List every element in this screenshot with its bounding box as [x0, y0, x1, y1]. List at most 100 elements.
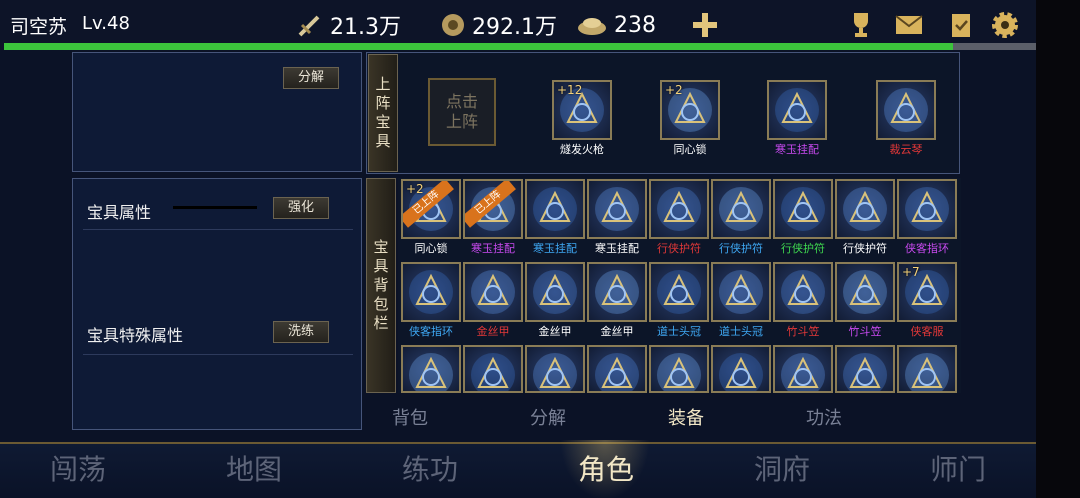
item-level: +2 — [665, 83, 683, 97]
empty-equip-slot[interactable]: 点击上阵 — [428, 78, 496, 146]
sub-tab-3[interactable]: 功法 — [806, 404, 842, 430]
backpack-item-slot[interactable] — [401, 345, 461, 393]
item-art-icon — [471, 353, 515, 391]
nav-item-4[interactable]: 洞府 — [754, 448, 810, 488]
backpack-item-slot[interactable]: +7 — [897, 262, 957, 322]
backpack-item-slot[interactable] — [649, 345, 709, 393]
item-art-icon — [657, 353, 701, 391]
item-attributes-panel: 宝具属性 强化 宝具特殊属性 洗练 — [72, 178, 362, 430]
nav-item-0[interactable]: 闯荡 — [50, 448, 106, 488]
clipboard-icon[interactable] — [946, 10, 976, 40]
item-art-icon — [775, 88, 819, 132]
item-art-icon — [884, 88, 928, 132]
coin-icon — [442, 14, 464, 36]
backpack-item-slot[interactable] — [711, 179, 771, 239]
backpack-item-slot[interactable] — [587, 345, 647, 393]
backpack-item-slot[interactable] — [897, 345, 957, 393]
backpack-item-slot[interactable] — [835, 262, 895, 322]
xp-bar-fill — [4, 43, 954, 50]
item-art-icon — [657, 187, 701, 231]
item-name: 道士头冠 — [657, 325, 701, 338]
sword-icon — [298, 15, 320, 37]
backpack-item-slot[interactable] — [649, 262, 709, 322]
backpack-item-slot[interactable] — [587, 179, 647, 239]
equipped-item-slot[interactable] — [876, 80, 936, 140]
trophy-icon[interactable] — [846, 10, 876, 40]
backpack-item-slot[interactable] — [525, 179, 585, 239]
item-name: 竹斗笠 — [786, 325, 820, 338]
item-name: 行侠护符 — [781, 242, 825, 255]
item-name: 行侠护符 — [719, 242, 763, 255]
backpack-item-slot[interactable] — [773, 179, 833, 239]
sub-tab-1[interactable]: 分解 — [530, 404, 566, 430]
nav-item-5[interactable]: 师门 — [930, 448, 986, 488]
enhance-button[interactable]: 强化 — [273, 197, 329, 219]
backpack-item-slot[interactable] — [587, 262, 647, 322]
sub-tab-2[interactable]: 装备 — [668, 404, 704, 430]
backpack-item-slot[interactable] — [711, 262, 771, 322]
item-art-icon — [533, 270, 577, 314]
item-art-icon — [719, 270, 763, 314]
divider — [83, 354, 353, 355]
item-name: 寒玉挂配 — [471, 242, 515, 255]
item-name: 竹斗笠 — [848, 325, 882, 338]
item-name: 寒玉挂配 — [595, 242, 639, 255]
xp-bar — [4, 43, 1036, 50]
backpack-item-slot[interactable] — [525, 262, 585, 322]
item-level: +7 — [902, 265, 920, 279]
nav-item-1[interactable]: 地图 — [226, 448, 282, 488]
player-level: Lv.48 — [82, 13, 130, 34]
ingots-stat: 238 — [576, 8, 656, 42]
item-name: 行侠护符 — [843, 242, 887, 255]
backpack-item-slot[interactable] — [835, 179, 895, 239]
backpack-item-slot[interactable] — [463, 345, 523, 393]
item-art-icon — [595, 353, 639, 391]
nav-item-2[interactable]: 练功 — [402, 448, 458, 488]
item-name: 同心锁 — [673, 143, 707, 156]
equipped-section-label: 上阵宝具 — [368, 54, 398, 172]
item-art-icon — [595, 187, 639, 231]
item-name: 寒玉挂配 — [775, 143, 819, 156]
backpack-item-slot[interactable] — [773, 345, 833, 393]
equipped-item-slot[interactable] — [767, 80, 827, 140]
bottom-nav — [0, 440, 1036, 498]
item-name: 道士头冠 — [719, 325, 763, 338]
equipped-item-slot[interactable]: +12 — [552, 80, 612, 140]
backpack-item-slot[interactable]: 已上阵 — [463, 179, 523, 239]
backpack-item-slot[interactable] — [773, 262, 833, 322]
divider — [83, 229, 353, 230]
item-art-icon — [409, 353, 453, 391]
backpack-item-slot[interactable]: +2 已上阵 — [401, 179, 461, 239]
item-art-icon — [719, 353, 763, 391]
item-art-icon — [657, 270, 701, 314]
item-level: +12 — [557, 83, 583, 97]
settings-gear-icon[interactable] — [990, 10, 1020, 40]
coins-stat: 292.1万 — [440, 8, 557, 42]
decompose-button[interactable]: 分解 — [283, 67, 339, 89]
item-art-icon — [533, 353, 577, 391]
item-art-icon — [905, 353, 949, 391]
item-art-icon — [781, 270, 825, 314]
item-art-icon — [719, 187, 763, 231]
backpack-item-slot[interactable] — [463, 262, 523, 322]
backpack-item-slot[interactable] — [897, 179, 957, 239]
backpack-item-slot[interactable] — [649, 179, 709, 239]
backpack-item-slot[interactable] — [711, 345, 771, 393]
refine-button[interactable]: 洗练 — [273, 321, 329, 343]
backpack-item-slot[interactable] — [835, 345, 895, 393]
backpack-item-slot[interactable] — [525, 345, 585, 393]
nav-item-3[interactable]: 角色 — [578, 448, 634, 488]
sub-tab-0[interactable]: 背包 — [392, 404, 428, 430]
item-preview-panel: 分解 — [72, 52, 362, 172]
equipped-item-slot[interactable]: +2 — [660, 80, 720, 140]
mail-icon[interactable] — [894, 10, 924, 40]
item-art-icon — [533, 187, 577, 231]
power-stat: 21.3万 — [296, 8, 401, 42]
item-art-icon — [781, 187, 825, 231]
item-name: 寒玉挂配 — [533, 242, 577, 255]
add-icon[interactable] — [690, 10, 720, 40]
attr-title: 宝具属性 — [87, 203, 152, 222]
item-art-icon — [781, 353, 825, 391]
item-name: 侠客服 — [910, 325, 944, 338]
backpack-item-slot[interactable] — [401, 262, 461, 322]
